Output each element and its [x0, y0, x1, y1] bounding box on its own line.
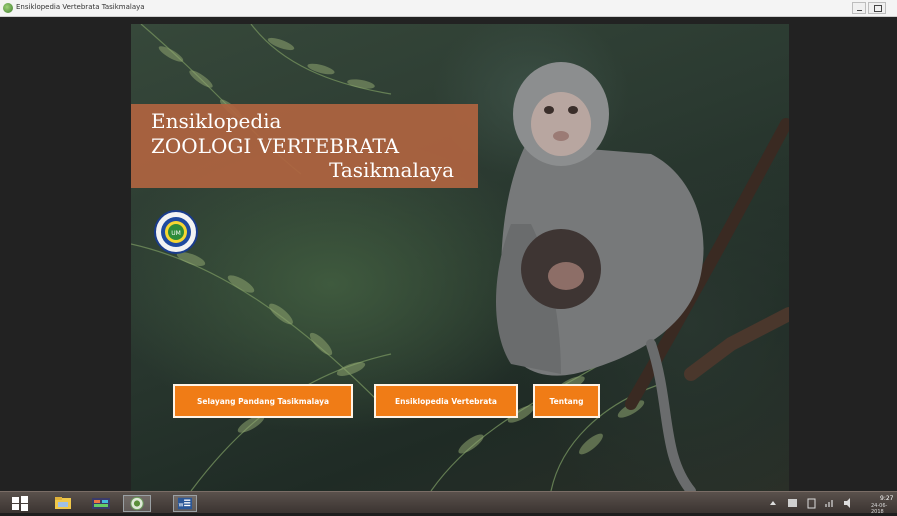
- app-icon: [3, 3, 13, 13]
- volume-icon: [844, 498, 850, 508]
- macaque-photo: [496, 62, 789, 491]
- encyclopedia-app-icon[interactable]: [123, 495, 151, 512]
- title-banner: Ensiklopedia ZOOLOGI VERTEBRATA Tasikmal…: [131, 104, 478, 188]
- media-player-icon[interactable]: [90, 495, 112, 512]
- windows-start-icon[interactable]: [11, 495, 29, 512]
- file-explorer-icon[interactable]: [52, 495, 74, 512]
- tentang-button[interactable]: Tentang: [533, 384, 600, 418]
- selayang-pandang-button[interactable]: Selayang Pandang Tasikmalaya: [173, 384, 353, 418]
- network-icon: [825, 500, 833, 507]
- svg-text:UM: UM: [171, 230, 181, 237]
- taskbar: w 9:27 24-06-2018: [0, 491, 897, 515]
- main-stage: Ensiklopedia ZOOLOGI VERTEBRATA Tasikmal…: [131, 24, 789, 491]
- title-line-1: Ensiklopedia: [151, 109, 282, 133]
- battery-icon: [807, 498, 816, 509]
- minimize-button[interactable]: [852, 2, 866, 14]
- svg-text:w: w: [179, 502, 184, 509]
- ensiklopedia-vertebrata-button[interactable]: Ensiklopedia Vertebrata: [374, 384, 518, 418]
- university-seal-icon: UM: [154, 210, 198, 254]
- window-title-bar: Ensiklopedia Vertebrata Tasikmalaya: [0, 0, 897, 17]
- system-tray: 9:27 24-06-2018: [762, 494, 897, 515]
- clock-date[interactable]: 24-06-2018: [871, 503, 897, 515]
- tray-icons[interactable]: [762, 494, 867, 512]
- show-hidden-icons-icon: [770, 501, 776, 505]
- window-title: Ensiklopedia Vertebrata Tasikmalaya: [16, 3, 145, 11]
- title-line-2: ZOOLOGI VERTEBRATA: [151, 134, 400, 158]
- restore-button[interactable]: [868, 2, 886, 14]
- title-line-3: Tasikmalaya: [329, 158, 454, 182]
- clock-time[interactable]: 9:27: [880, 495, 893, 502]
- action-center-flag-icon: [788, 499, 797, 507]
- word-icon[interactable]: w: [173, 495, 197, 512]
